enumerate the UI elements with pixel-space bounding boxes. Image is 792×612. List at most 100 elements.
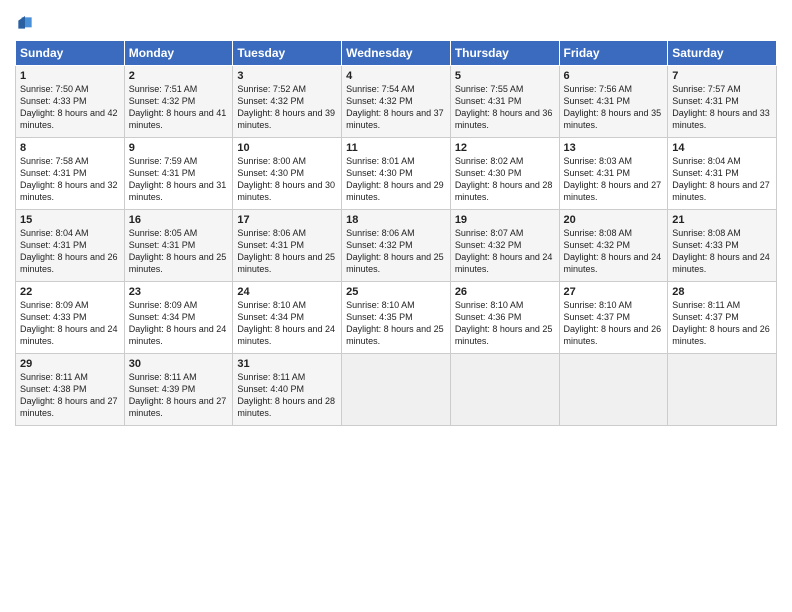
day-info: Sunrise: 8:08 AM Sunset: 4:33 PM Dayligh… xyxy=(672,227,772,276)
day-cell: 20 Sunrise: 8:08 AM Sunset: 4:32 PM Dayl… xyxy=(559,210,668,282)
day-number: 17 xyxy=(237,214,337,226)
day-number: 22 xyxy=(20,286,120,298)
day-cell: 12 Sunrise: 8:02 AM Sunset: 4:30 PM Dayl… xyxy=(450,138,559,210)
day-cell: 27 Sunrise: 8:10 AM Sunset: 4:37 PM Dayl… xyxy=(559,282,668,354)
day-number: 13 xyxy=(564,142,664,154)
day-cell: 8 Sunrise: 7:58 AM Sunset: 4:31 PM Dayli… xyxy=(16,138,125,210)
day-cell xyxy=(559,354,668,426)
day-number: 28 xyxy=(672,286,772,298)
logo xyxy=(15,14,39,34)
main-container: SundayMondayTuesdayWednesdayThursdayFrid… xyxy=(0,0,792,436)
day-cell xyxy=(342,354,451,426)
day-number: 30 xyxy=(129,358,229,370)
day-info: Sunrise: 8:06 AM Sunset: 4:32 PM Dayligh… xyxy=(346,227,446,276)
day-info: Sunrise: 8:06 AM Sunset: 4:31 PM Dayligh… xyxy=(237,227,337,276)
day-number: 19 xyxy=(455,214,555,226)
day-cell: 25 Sunrise: 8:10 AM Sunset: 4:35 PM Dayl… xyxy=(342,282,451,354)
day-number: 23 xyxy=(129,286,229,298)
day-header-tuesday: Tuesday xyxy=(233,41,342,66)
day-info: Sunrise: 8:03 AM Sunset: 4:31 PM Dayligh… xyxy=(564,155,664,204)
day-info: Sunrise: 7:54 AM Sunset: 4:32 PM Dayligh… xyxy=(346,83,446,132)
day-header-friday: Friday xyxy=(559,41,668,66)
day-info: Sunrise: 8:10 AM Sunset: 4:35 PM Dayligh… xyxy=(346,299,446,348)
day-info: Sunrise: 8:11 AM Sunset: 4:38 PM Dayligh… xyxy=(20,371,120,420)
day-cell: 16 Sunrise: 8:05 AM Sunset: 4:31 PM Dayl… xyxy=(124,210,233,282)
day-cell: 7 Sunrise: 7:57 AM Sunset: 4:31 PM Dayli… xyxy=(668,66,777,138)
day-cell: 22 Sunrise: 8:09 AM Sunset: 4:33 PM Dayl… xyxy=(16,282,125,354)
day-cell: 30 Sunrise: 8:11 AM Sunset: 4:39 PM Dayl… xyxy=(124,354,233,426)
week-row-4: 22 Sunrise: 8:09 AM Sunset: 4:33 PM Dayl… xyxy=(16,282,777,354)
day-info: Sunrise: 8:11 AM Sunset: 4:40 PM Dayligh… xyxy=(237,371,337,420)
day-info: Sunrise: 8:10 AM Sunset: 4:36 PM Dayligh… xyxy=(455,299,555,348)
day-cell: 13 Sunrise: 8:03 AM Sunset: 4:31 PM Dayl… xyxy=(559,138,668,210)
day-number: 6 xyxy=(564,70,664,82)
day-cell: 3 Sunrise: 7:52 AM Sunset: 4:32 PM Dayli… xyxy=(233,66,342,138)
day-info: Sunrise: 8:07 AM Sunset: 4:32 PM Dayligh… xyxy=(455,227,555,276)
day-cell: 26 Sunrise: 8:10 AM Sunset: 4:36 PM Dayl… xyxy=(450,282,559,354)
day-info: Sunrise: 8:01 AM Sunset: 4:30 PM Dayligh… xyxy=(346,155,446,204)
day-header-sunday: Sunday xyxy=(16,41,125,66)
week-row-2: 8 Sunrise: 7:58 AM Sunset: 4:31 PM Dayli… xyxy=(16,138,777,210)
day-cell: 28 Sunrise: 8:11 AM Sunset: 4:37 PM Dayl… xyxy=(668,282,777,354)
day-number: 10 xyxy=(237,142,337,154)
day-number: 9 xyxy=(129,142,229,154)
day-number: 2 xyxy=(129,70,229,82)
day-cell: 24 Sunrise: 8:10 AM Sunset: 4:34 PM Dayl… xyxy=(233,282,342,354)
day-number: 27 xyxy=(564,286,664,298)
day-header-row: SundayMondayTuesdayWednesdayThursdayFrid… xyxy=(16,41,777,66)
week-row-3: 15 Sunrise: 8:04 AM Sunset: 4:31 PM Dayl… xyxy=(16,210,777,282)
day-cell: 15 Sunrise: 8:04 AM Sunset: 4:31 PM Dayl… xyxy=(16,210,125,282)
day-header-monday: Monday xyxy=(124,41,233,66)
day-info: Sunrise: 8:11 AM Sunset: 4:39 PM Dayligh… xyxy=(129,371,229,420)
calendar-table: SundayMondayTuesdayWednesdayThursdayFrid… xyxy=(15,40,777,426)
day-cell: 11 Sunrise: 8:01 AM Sunset: 4:30 PM Dayl… xyxy=(342,138,451,210)
day-cell: 1 Sunrise: 7:50 AM Sunset: 4:33 PM Dayli… xyxy=(16,66,125,138)
week-row-1: 1 Sunrise: 7:50 AM Sunset: 4:33 PM Dayli… xyxy=(16,66,777,138)
day-cell: 9 Sunrise: 7:59 AM Sunset: 4:31 PM Dayli… xyxy=(124,138,233,210)
day-info: Sunrise: 8:04 AM Sunset: 4:31 PM Dayligh… xyxy=(20,227,120,276)
day-number: 29 xyxy=(20,358,120,370)
day-info: Sunrise: 8:10 AM Sunset: 4:37 PM Dayligh… xyxy=(564,299,664,348)
day-header-saturday: Saturday xyxy=(668,41,777,66)
day-info: Sunrise: 7:55 AM Sunset: 4:31 PM Dayligh… xyxy=(455,83,555,132)
day-number: 24 xyxy=(237,286,337,298)
day-cell: 18 Sunrise: 8:06 AM Sunset: 4:32 PM Dayl… xyxy=(342,210,451,282)
day-number: 5 xyxy=(455,70,555,82)
day-info: Sunrise: 7:57 AM Sunset: 4:31 PM Dayligh… xyxy=(672,83,772,132)
day-info: Sunrise: 7:50 AM Sunset: 4:33 PM Dayligh… xyxy=(20,83,120,132)
day-cell: 29 Sunrise: 8:11 AM Sunset: 4:38 PM Dayl… xyxy=(16,354,125,426)
day-info: Sunrise: 8:10 AM Sunset: 4:34 PM Dayligh… xyxy=(237,299,337,348)
day-cell: 4 Sunrise: 7:54 AM Sunset: 4:32 PM Dayli… xyxy=(342,66,451,138)
day-cell: 2 Sunrise: 7:51 AM Sunset: 4:32 PM Dayli… xyxy=(124,66,233,138)
day-number: 14 xyxy=(672,142,772,154)
day-info: Sunrise: 8:11 AM Sunset: 4:37 PM Dayligh… xyxy=(672,299,772,348)
week-row-5: 29 Sunrise: 8:11 AM Sunset: 4:38 PM Dayl… xyxy=(16,354,777,426)
day-number: 11 xyxy=(346,142,446,154)
day-cell: 14 Sunrise: 8:04 AM Sunset: 4:31 PM Dayl… xyxy=(668,138,777,210)
day-number: 3 xyxy=(237,70,337,82)
day-cell: 31 Sunrise: 8:11 AM Sunset: 4:40 PM Dayl… xyxy=(233,354,342,426)
logo-icon xyxy=(15,14,35,34)
day-number: 25 xyxy=(346,286,446,298)
day-number: 15 xyxy=(20,214,120,226)
day-number: 21 xyxy=(672,214,772,226)
day-number: 7 xyxy=(672,70,772,82)
day-cell: 23 Sunrise: 8:09 AM Sunset: 4:34 PM Dayl… xyxy=(124,282,233,354)
day-number: 4 xyxy=(346,70,446,82)
day-cell: 5 Sunrise: 7:55 AM Sunset: 4:31 PM Dayli… xyxy=(450,66,559,138)
day-cell: 21 Sunrise: 8:08 AM Sunset: 4:33 PM Dayl… xyxy=(668,210,777,282)
day-number: 12 xyxy=(455,142,555,154)
day-info: Sunrise: 7:59 AM Sunset: 4:31 PM Dayligh… xyxy=(129,155,229,204)
day-info: Sunrise: 8:09 AM Sunset: 4:34 PM Dayligh… xyxy=(129,299,229,348)
day-info: Sunrise: 8:04 AM Sunset: 4:31 PM Dayligh… xyxy=(672,155,772,204)
day-cell: 6 Sunrise: 7:56 AM Sunset: 4:31 PM Dayli… xyxy=(559,66,668,138)
day-cell: 19 Sunrise: 8:07 AM Sunset: 4:32 PM Dayl… xyxy=(450,210,559,282)
day-info: Sunrise: 7:58 AM Sunset: 4:31 PM Dayligh… xyxy=(20,155,120,204)
day-number: 20 xyxy=(564,214,664,226)
day-info: Sunrise: 7:51 AM Sunset: 4:32 PM Dayligh… xyxy=(129,83,229,132)
day-cell: 10 Sunrise: 8:00 AM Sunset: 4:30 PM Dayl… xyxy=(233,138,342,210)
day-info: Sunrise: 8:08 AM Sunset: 4:32 PM Dayligh… xyxy=(564,227,664,276)
day-info: Sunrise: 8:02 AM Sunset: 4:30 PM Dayligh… xyxy=(455,155,555,204)
day-info: Sunrise: 7:52 AM Sunset: 4:32 PM Dayligh… xyxy=(237,83,337,132)
day-info: Sunrise: 8:00 AM Sunset: 4:30 PM Dayligh… xyxy=(237,155,337,204)
